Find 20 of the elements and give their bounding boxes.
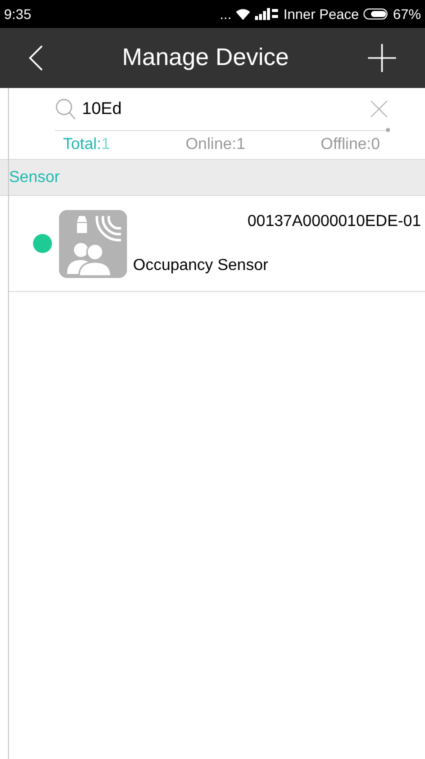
carrier-name: Inner Peace <box>283 4 359 24</box>
device-id: 00137A0000010EDE-01 <box>248 212 421 232</box>
occupancy-sensor-icon <box>59 210 127 278</box>
header-title: Manage Device <box>121 43 290 73</box>
back-icon[interactable] <box>28 44 44 72</box>
battery-icon <box>362 8 389 20</box>
signal-icon <box>255 8 280 20</box>
section-title: Sensor <box>9 168 60 188</box>
filter-tab[interactable]: Offline:0 <box>320 133 380 157</box>
search-icon <box>55 98 77 120</box>
filter-tab[interactable]: Online:1 <box>186 133 246 157</box>
device-row[interactable]: 00137A0000010EDE-01 Occupancy Sensor <box>9 196 425 292</box>
battery-percent: 67% <box>392 4 421 24</box>
status-dots: ... <box>220 4 232 24</box>
device-name: Occupancy Sensor <box>133 256 270 276</box>
add-icon[interactable] <box>367 43 397 73</box>
search-field[interactable]: 10Ed <box>82 96 282 122</box>
status-time: 9:35 <box>4 4 32 24</box>
wifi-icon <box>235 8 252 20</box>
filter-tab[interactable]: Total:1 <box>63 133 110 157</box>
